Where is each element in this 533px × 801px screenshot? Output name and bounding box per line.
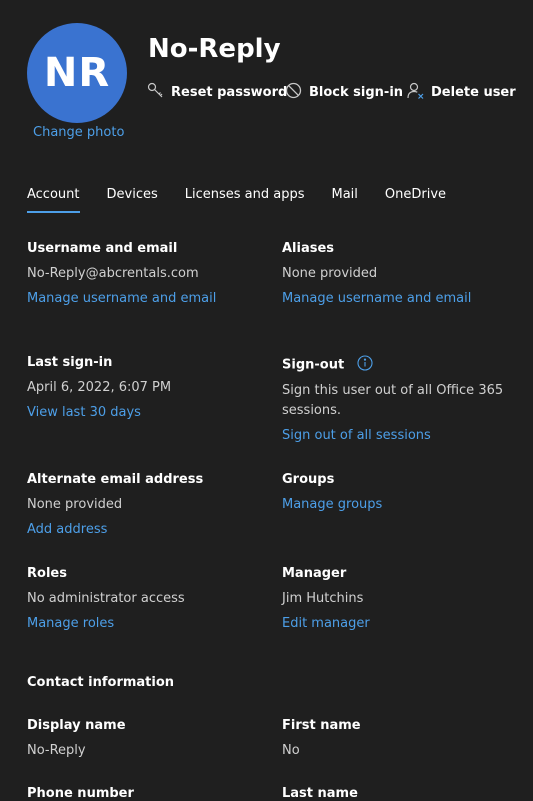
avatar-initials: NR [43, 50, 111, 96]
info-icon[interactable] [357, 355, 373, 375]
alt-email-value: None provided [27, 497, 123, 512]
delete-user-button[interactable]: Delete user [407, 82, 516, 103]
block-sign-in-button[interactable]: Block sign-in [285, 82, 403, 103]
manage-groups-link[interactable]: Manage groups [282, 497, 382, 512]
delete-user-label: Delete user [431, 85, 516, 100]
manager-value: Jim Hutchins [282, 591, 364, 606]
tab-bar: Account Devices Licenses and apps Mail O… [27, 187, 473, 213]
manage-roles-link[interactable]: Manage roles [27, 616, 114, 631]
signout-description-line1: Sign this user out of all Office 365 [282, 383, 504, 398]
username-label: Username and email [27, 241, 178, 256]
groups-label: Groups [282, 472, 335, 487]
manage-aliases-link[interactable]: Manage username and email [282, 291, 471, 306]
tab-devices[interactable]: Devices [107, 187, 158, 213]
signout-description-line2: sessions. [282, 403, 342, 418]
tab-onedrive[interactable]: OneDrive [385, 187, 446, 213]
display-name-label: Display name [27, 718, 126, 733]
edit-manager-link[interactable]: Edit manager [282, 616, 370, 631]
aliases-label: Aliases [282, 241, 335, 256]
block-sign-in-label: Block sign-in [309, 85, 404, 100]
add-address-link[interactable]: Add address [27, 522, 107, 537]
last-signin-value: April 6, 2022, 6:07 PM [27, 380, 172, 395]
last-name-label: Last name [282, 786, 358, 801]
roles-label: Roles [27, 566, 67, 581]
key-icon [147, 82, 164, 103]
tab-mail[interactable]: Mail [331, 187, 357, 213]
aliases-value: None provided [282, 266, 378, 281]
signout-label: Sign-out [282, 357, 345, 373]
view-last-30-days-link[interactable]: View last 30 days [27, 405, 141, 420]
manage-username-link[interactable]: Manage username and email [27, 291, 216, 306]
tab-account[interactable]: Account [27, 187, 80, 213]
phone-number-label: Phone number [27, 786, 134, 801]
display-name-value: No-Reply [27, 743, 86, 758]
username-value: No-Reply@abcrentals.com [27, 266, 199, 281]
first-name-value: No [282, 743, 300, 758]
block-icon [285, 82, 302, 103]
roles-value: No administrator access [27, 591, 185, 606]
page-title: No-Reply [148, 34, 281, 64]
signout-label-row: Sign-out [282, 355, 373, 375]
tab-licenses-and-apps[interactable]: Licenses and apps [185, 187, 305, 213]
delete-user-icon [407, 82, 424, 103]
contact-info-heading: Contact information [27, 675, 175, 690]
reset-password-button[interactable]: Reset password [147, 82, 287, 103]
reset-password-label: Reset password [171, 85, 288, 100]
manager-label: Manager [282, 566, 347, 581]
avatar[interactable]: NR [27, 23, 127, 123]
sign-out-all-sessions-link[interactable]: Sign out of all sessions [282, 428, 431, 443]
change-photo-link[interactable]: Change photo [33, 125, 124, 140]
alt-email-label: Alternate email address [27, 472, 204, 487]
last-signin-label: Last sign-in [27, 355, 113, 370]
first-name-label: First name [282, 718, 361, 733]
